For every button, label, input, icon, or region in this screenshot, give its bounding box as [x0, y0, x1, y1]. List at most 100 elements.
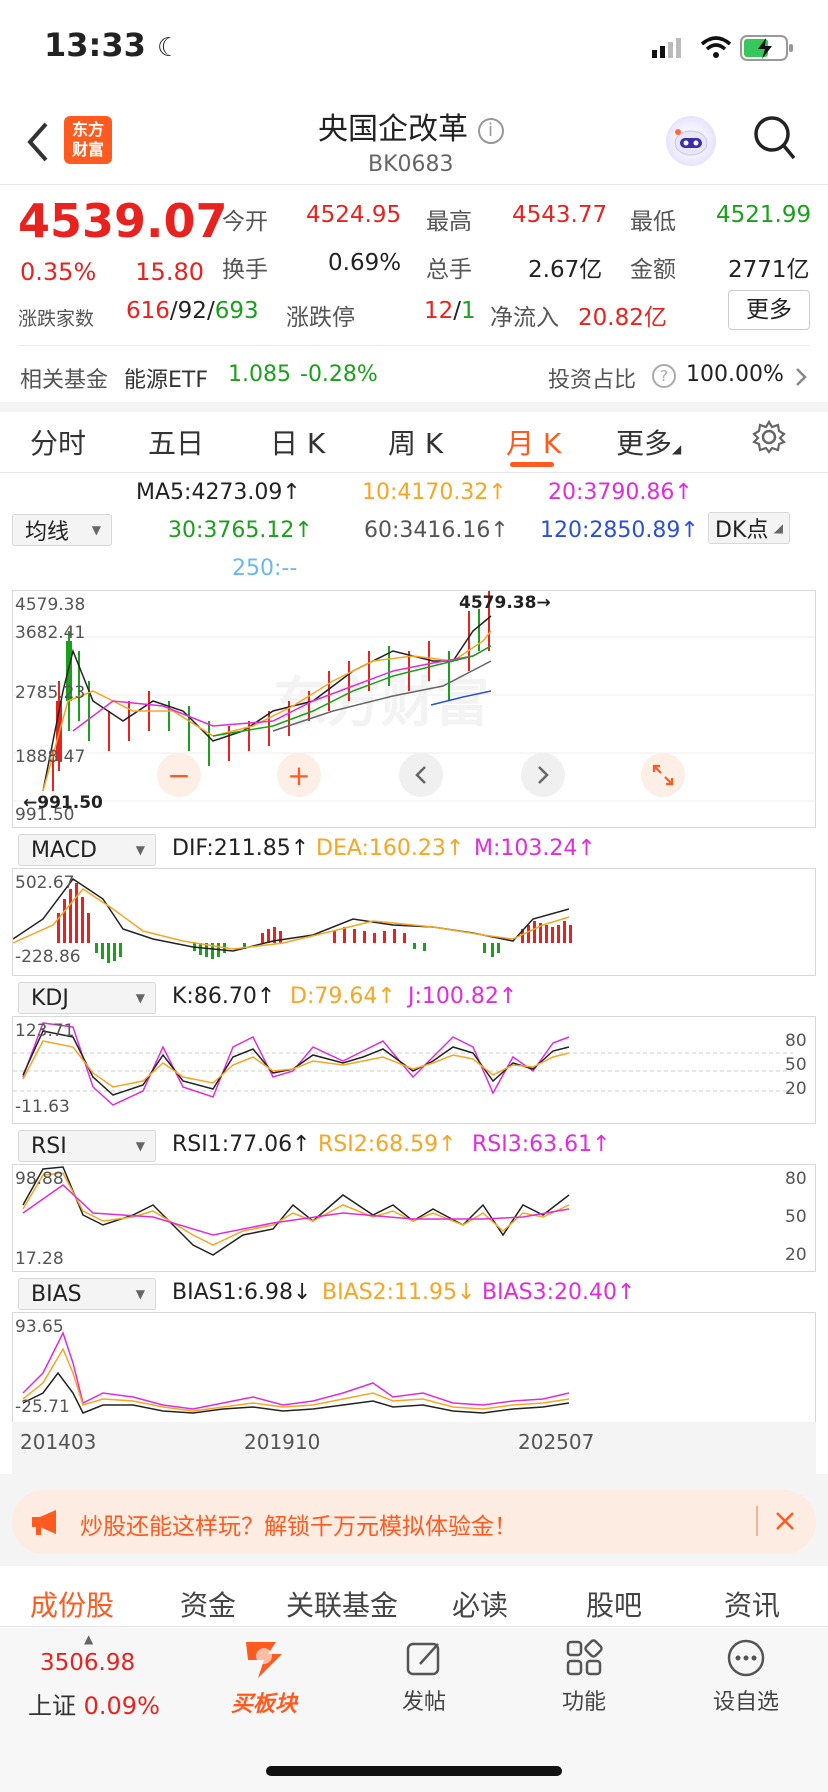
promo-text: 炒股还能这样玩？解锁千万元模拟体验金！: [80, 1514, 517, 1540]
kdj-d: D:79.64↑: [290, 984, 396, 1009]
help-icon[interactable]: ?: [652, 364, 676, 388]
zoom-in-button[interactable]: +: [277, 753, 321, 797]
active-tab-indicator: [510, 462, 554, 467]
post-button[interactable]: 发帖: [376, 1638, 472, 1716]
turnover-value: 0.69%: [328, 250, 402, 276]
kline-chart[interactable]: 东方财富 4579.38 3682.41 2785.23 1888.47 991…: [12, 590, 816, 828]
ma5-value: MA5:4273.09↑: [136, 480, 301, 505]
kdj-k: K:86.70↑: [172, 984, 276, 1009]
scroll-left-button[interactable]: [399, 753, 443, 797]
inflow-label: 净流入: [490, 305, 559, 331]
current-price: 4539.07: [18, 194, 228, 248]
add-watchlist-button[interactable]: 设自选: [698, 1638, 794, 1716]
kdj-bottom-label: -11.63: [15, 1097, 70, 1117]
tab-weekly-k[interactable]: 周 K: [388, 422, 443, 462]
kdj-chart[interactable]: 123.71 -11.63 80 50 20: [12, 1016, 816, 1124]
tab-intraday[interactable]: 分时: [30, 422, 86, 462]
more-button[interactable]: 更多: [728, 290, 810, 330]
fund-name[interactable]: 能源ETF: [124, 362, 208, 394]
x-label-end: 202507: [518, 1430, 595, 1454]
signal-icon: [650, 36, 686, 64]
kdj-selector[interactable]: KDJ ▼: [18, 982, 156, 1014]
amount-label: 金额: [630, 257, 676, 283]
kdj-level-80: 80: [785, 1031, 807, 1051]
tab-funds-flow[interactable]: 资金: [180, 1584, 236, 1624]
low-value: 4521.99: [716, 202, 812, 228]
chevron-right-icon[interactable]: [794, 366, 808, 392]
kdj-top-label: 123.71: [15, 1021, 75, 1041]
edit-icon: [406, 1642, 440, 1676]
info-icon[interactable]: i: [477, 117, 504, 144]
page-title: 央国企改革 i: [318, 104, 504, 148]
ma-selector[interactable]: 均线 ▼: [12, 514, 112, 546]
rsi-top-label: 98.88: [15, 1169, 64, 1189]
index-ticker-value[interactable]: 3506.98: [40, 1650, 135, 1676]
close-icon[interactable]: [774, 1510, 796, 1536]
promo-banner[interactable]: 炒股还能这样玩？解锁千万元模拟体验金！: [12, 1490, 816, 1554]
limit-label: 涨跌停: [286, 305, 355, 331]
y-label-top: 4579.38: [15, 595, 86, 615]
tab-related-funds[interactable]: 关联基金: [286, 1584, 398, 1624]
rsi3-value: RSI3:63.61↑: [472, 1132, 611, 1157]
macd-selector[interactable]: MACD ▼: [18, 834, 156, 866]
macd-m: M:103.24↑: [474, 836, 596, 861]
open-value: 4524.95: [306, 202, 402, 228]
buy-sector-button[interactable]: 买板块: [216, 1636, 312, 1718]
rsi-level-80: 80: [785, 1169, 807, 1189]
y-label-3: 2785.23: [15, 683, 86, 703]
fullscreen-icon[interactable]: [641, 753, 685, 797]
megaphone-icon: [32, 1510, 56, 1535]
index-ticker-label[interactable]: 上证 0.09%: [28, 1686, 160, 1721]
buy-icon: [246, 1642, 282, 1678]
bias2-value: BIAS2:11.95↓: [322, 1280, 476, 1305]
rsi-chart[interactable]: 98.88 17.28 80 50 20: [12, 1164, 816, 1272]
bias-top-label: 93.65: [15, 1317, 64, 1337]
fund-change: -0.28%: [300, 362, 378, 387]
inflow-value: 20.82亿: [578, 305, 667, 331]
scroll-right-button[interactable]: [521, 753, 565, 797]
search-icon[interactable]: [752, 114, 798, 168]
high-value: 4543.77: [512, 202, 608, 228]
robot-assistant-icon[interactable]: [666, 116, 716, 166]
breadth-values: 616/92/693: [126, 298, 259, 324]
tab-must-read[interactable]: 必读: [452, 1584, 508, 1624]
tab-daily-k[interactable]: 日 K: [270, 422, 325, 462]
rsi-selector[interactable]: RSI ▼: [18, 1130, 156, 1162]
zoom-out-button[interactable]: −: [157, 753, 201, 797]
breadth-label: 涨跌家数: [18, 308, 95, 330]
functions-button[interactable]: 功能: [536, 1638, 632, 1716]
back-icon[interactable]: [24, 120, 52, 168]
tab-constituents[interactable]: 成份股: [30, 1584, 114, 1624]
rsi-level-50: 50: [785, 1207, 807, 1227]
bias3-value: BIAS3:20.40↑: [482, 1280, 636, 1305]
rsi1-value: RSI1:77.06↑: [172, 1132, 311, 1157]
macd-dea: DEA:160.23↑: [316, 836, 465, 861]
bias-chart[interactable]: 93.65 -25.71: [12, 1312, 816, 1422]
tab-five-day[interactable]: 五日: [148, 422, 204, 462]
battery-icon: [740, 34, 796, 66]
change-percent: 0.35%: [20, 258, 97, 286]
volume-value: 2.67亿: [528, 257, 603, 283]
tab-news[interactable]: 资讯: [724, 1584, 780, 1624]
rsi2-value: RSI2:68.59↑: [318, 1132, 457, 1157]
y-label-2: 3682.41: [15, 623, 86, 643]
tab-monthly-k[interactable]: 月 K: [506, 422, 561, 462]
dk-point-button[interactable]: DK点 ◢: [708, 512, 790, 544]
kdj-j: J:100.82↑: [408, 984, 518, 1009]
macd-dif: DIF:211.85↑: [172, 836, 310, 861]
tab-more[interactable]: 更多◢: [616, 422, 681, 462]
macd-bottom-label: -228.86: [15, 947, 81, 967]
x-label-start: 201403: [20, 1430, 97, 1454]
macd-chart[interactable]: 502.67 -228.86: [12, 868, 816, 976]
y-label-4: 1888.47: [15, 747, 86, 767]
tab-forum[interactable]: 股吧: [586, 1584, 642, 1624]
ma20-value: 20:3790.86↑: [548, 480, 693, 505]
related-fund-label: 相关基金: [20, 368, 109, 393]
x-label-mid: 201910: [244, 1430, 321, 1454]
fund-price: 1.085: [228, 362, 291, 387]
eastmoney-logo: 东方 财富: [64, 116, 112, 164]
amount-value: 2771亿: [728, 257, 810, 283]
bias-selector[interactable]: BIAS ▼: [18, 1278, 156, 1310]
settings-gear-icon[interactable]: [752, 419, 786, 458]
ma250-value: 250:--: [232, 556, 298, 581]
